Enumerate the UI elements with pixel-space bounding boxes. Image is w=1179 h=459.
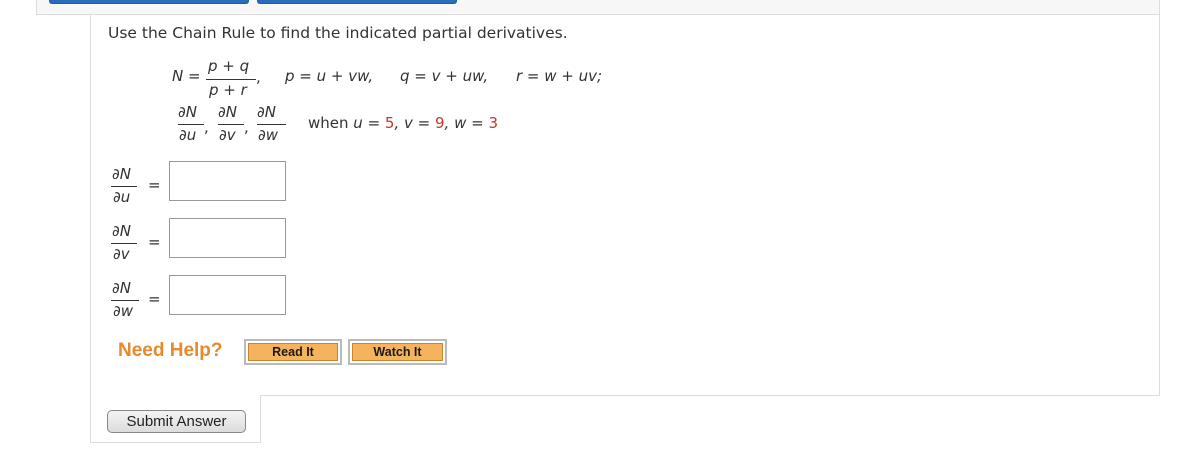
function-fraction-bar bbox=[206, 79, 256, 80]
condition-w-value: 3 bbox=[488, 114, 499, 132]
condition-v-label: , v = bbox=[394, 114, 431, 132]
relation-p: p = u + vw, bbox=[285, 67, 374, 85]
requested-dw: ∂w bbox=[258, 126, 279, 144]
requested-sep-1: , bbox=[204, 118, 209, 136]
answer-dv-equals: = bbox=[148, 233, 161, 251]
requested-du: ∂u bbox=[179, 126, 197, 144]
need-help-label: Need Help? bbox=[118, 340, 223, 361]
answer-input-dv[interactable] bbox=[169, 218, 286, 258]
requested-dv: ∂v bbox=[219, 126, 236, 144]
function-denominator: p + r bbox=[209, 81, 247, 99]
function-comma: , bbox=[256, 68, 261, 86]
requested-dN-3: ∂N bbox=[257, 103, 276, 121]
relation-r: r = w + uv; bbox=[516, 67, 603, 85]
condition-u-label: u = bbox=[353, 114, 381, 132]
answer-du-denominator: ∂u bbox=[113, 188, 131, 206]
top-tab-right[interactable] bbox=[257, 0, 457, 4]
requested-sep-2: , bbox=[244, 118, 249, 136]
top-tab-left[interactable] bbox=[49, 0, 249, 4]
requested-bar-1 bbox=[178, 124, 204, 125]
answer-dv-bar bbox=[111, 243, 137, 244]
function-numerator: p + q bbox=[208, 57, 250, 75]
condition-w-label: , w = bbox=[444, 114, 484, 132]
function-lhs: N = bbox=[172, 67, 201, 85]
condition-v-value: 9 bbox=[435, 114, 445, 132]
read-it-button[interactable]: Read It bbox=[244, 339, 342, 365]
answer-input-du[interactable] bbox=[169, 161, 286, 201]
question-instruction: Use the Chain Rule to find the indicated… bbox=[108, 24, 568, 42]
requested-dN-2: ∂N bbox=[218, 103, 237, 121]
answer-du-numerator: ∂N bbox=[112, 165, 131, 183]
watch-it-button[interactable]: Watch It bbox=[348, 339, 447, 365]
answer-dv-numerator: ∂N bbox=[112, 222, 131, 240]
answer-dw-equals: = bbox=[148, 290, 161, 308]
read-it-label: Read It bbox=[248, 343, 338, 361]
answer-dw-denominator: ∂w bbox=[113, 302, 134, 320]
requested-bar-3 bbox=[257, 124, 286, 125]
condition: when u = 5, v = 9, w = 3 bbox=[308, 114, 498, 132]
answer-dw-numerator: ∂N bbox=[112, 279, 131, 297]
condition-prefix: when bbox=[308, 114, 349, 132]
requested-bar-2 bbox=[218, 124, 244, 125]
requested-dN-1: ∂N bbox=[178, 103, 197, 121]
watch-it-label: Watch It bbox=[352, 343, 443, 361]
answer-dw-bar bbox=[111, 300, 139, 301]
answer-input-dw[interactable] bbox=[169, 275, 286, 315]
relation-q: q = v + uw, bbox=[400, 67, 489, 85]
submit-answer-button[interactable]: Submit Answer bbox=[107, 410, 246, 433]
answer-du-equals: = bbox=[148, 176, 161, 194]
answer-du-bar bbox=[111, 186, 137, 187]
answer-dv-denominator: ∂v bbox=[113, 245, 130, 263]
